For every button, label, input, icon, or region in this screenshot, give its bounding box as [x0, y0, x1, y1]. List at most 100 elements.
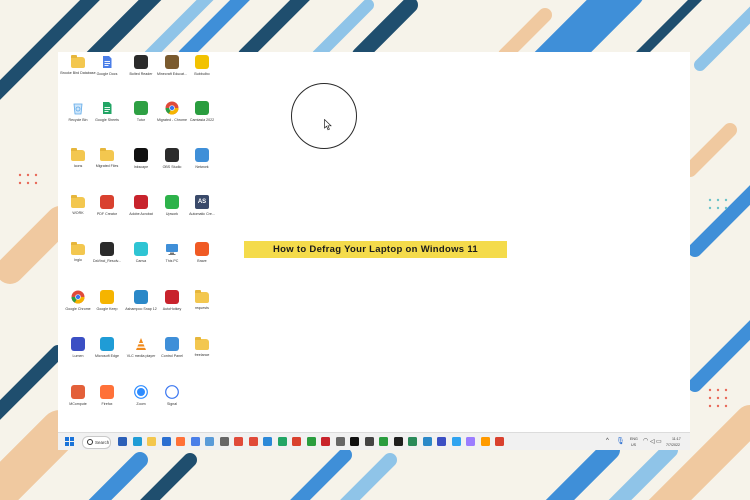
desktop-icon[interactable]: Signal — [152, 385, 192, 406]
notepad-icon[interactable] — [205, 437, 214, 446]
cursor-highlight-circle — [291, 83, 357, 149]
recycle-icon — [71, 101, 85, 115]
taskbar: Search ^ 🎙 ENG US ◠ ◁ ▭ 11:17 7/7/2022 — [58, 432, 690, 450]
microphone-icon[interactable]: 🎙 — [616, 437, 625, 445]
app-icon — [134, 195, 148, 209]
folder-icon — [195, 337, 209, 350]
snap-icon[interactable] — [422, 437, 432, 446]
desktop-icon[interactable]: Brave — [182, 242, 222, 263]
firefox-icon[interactable] — [176, 437, 185, 446]
media-icon[interactable] — [437, 437, 446, 446]
camtasia2-icon[interactable] — [379, 437, 388, 446]
search-icon — [87, 438, 93, 445]
sheets-icon[interactable] — [277, 437, 287, 446]
pen-icon[interactable] — [219, 437, 229, 446]
vscode-icon[interactable] — [263, 437, 272, 446]
app-icon — [195, 55, 209, 69]
app-icon — [165, 55, 179, 69]
app-icon — [100, 290, 114, 304]
app-icon — [134, 101, 148, 115]
app-icon — [100, 337, 114, 351]
desktop-icon[interactable]: Network — [182, 148, 222, 169]
battery-icon[interactable]: ▭ — [656, 438, 662, 445]
chrome-icon — [165, 101, 179, 115]
search-label: Search — [95, 440, 110, 445]
folder-icon — [71, 148, 85, 161]
inkscape-icon[interactable] — [350, 437, 359, 446]
ai-icon[interactable] — [480, 437, 490, 446]
app-icon — [134, 290, 148, 304]
folder-icon — [100, 148, 114, 161]
folder-icon — [71, 195, 85, 208]
app-icon — [195, 242, 209, 256]
chevron-up-icon[interactable]: ^ — [606, 438, 609, 444]
app2-icon[interactable] — [408, 437, 417, 446]
app-icon — [195, 101, 209, 115]
windows-start-button[interactable] — [65, 437, 75, 447]
pdf-icon[interactable] — [495, 437, 504, 446]
terminal-icon[interactable] — [393, 437, 403, 446]
word-icon[interactable] — [118, 437, 127, 446]
desktop-icon[interactable]: requests — [182, 290, 222, 310]
doc-icon[interactable] — [190, 437, 200, 446]
app-icon — [134, 242, 148, 256]
desktop-icon-label: Camtasia 2022 — [189, 118, 215, 122]
language-bottom[interactable]: US — [631, 443, 636, 447]
folder-icon — [195, 290, 209, 303]
chat-icon[interactable] — [364, 437, 374, 446]
desktop-icon-label: requests — [195, 306, 209, 310]
pc-icon — [165, 242, 179, 256]
app-icon — [165, 148, 179, 162]
app-icon — [165, 290, 179, 304]
app-icon — [100, 195, 114, 209]
zoom-icon — [134, 385, 148, 399]
photos-icon[interactable] — [292, 437, 301, 446]
app-icon — [165, 195, 179, 209]
app-icon — [134, 148, 148, 162]
language-top[interactable]: ENG — [630, 437, 638, 441]
camtasia-icon[interactable] — [306, 437, 316, 446]
desktop-icon[interactable]: freelance — [182, 337, 222, 357]
vlc-icon — [134, 337, 148, 351]
desktop-icon[interactable]: AS Automatic Cre... — [182, 195, 222, 216]
acrobat-icon[interactable] — [321, 437, 330, 446]
page-title: How to Defrag Your Laptop on Windows 11 — [244, 241, 507, 258]
desktop-icon-label: Brave — [197, 259, 207, 263]
doc-icon — [100, 55, 114, 69]
chrome-icon[interactable] — [248, 437, 258, 446]
volume-icon[interactable]: ◁ — [650, 438, 655, 445]
as-icon: AS — [195, 195, 209, 209]
sheet-icon — [100, 101, 114, 115]
mouse-pointer-icon — [324, 119, 332, 131]
settings-icon[interactable] — [335, 437, 345, 446]
desktop-icon-label: Automatic Cre... — [189, 212, 215, 216]
app-icon — [100, 385, 114, 399]
signal-icon — [165, 385, 179, 399]
desktop-icon-label: Bubbulbo — [194, 72, 210, 76]
app-icon — [71, 385, 85, 399]
clock-date[interactable]: 7/7/2022 — [666, 443, 680, 447]
desktop-icon-label: Network — [195, 165, 209, 169]
app-icon — [134, 55, 148, 69]
pr-icon[interactable] — [466, 437, 475, 446]
store-icon[interactable] — [161, 437, 171, 446]
app-icon — [71, 337, 85, 351]
folder-icon — [71, 55, 85, 68]
taskbar-search-button[interactable]: Search — [82, 436, 111, 449]
desktop-icon[interactable]: Bubbulbo — [182, 55, 222, 76]
ps-icon[interactable] — [451, 437, 461, 446]
app-icon — [195, 148, 209, 162]
file-explorer-icon[interactable] — [147, 437, 156, 446]
folder-icon — [71, 242, 85, 255]
app-icon — [165, 337, 179, 351]
wifi-icon[interactable]: ◠ — [643, 437, 648, 444]
desktop-icon-label: freelance — [194, 353, 210, 357]
clock-time[interactable]: 11:17 — [672, 437, 681, 441]
app-icon — [100, 242, 114, 256]
desktop-icon-label: Signal — [167, 402, 177, 406]
chrome-icon — [71, 290, 85, 304]
edge-icon[interactable] — [132, 437, 142, 446]
desktop-icon[interactable]: Camtasia 2022 — [182, 101, 222, 122]
app-icon[interactable] — [234, 437, 243, 446]
desktop-screen: Brooke Bird Database Google Docs Bolted Re… — [58, 52, 690, 450]
